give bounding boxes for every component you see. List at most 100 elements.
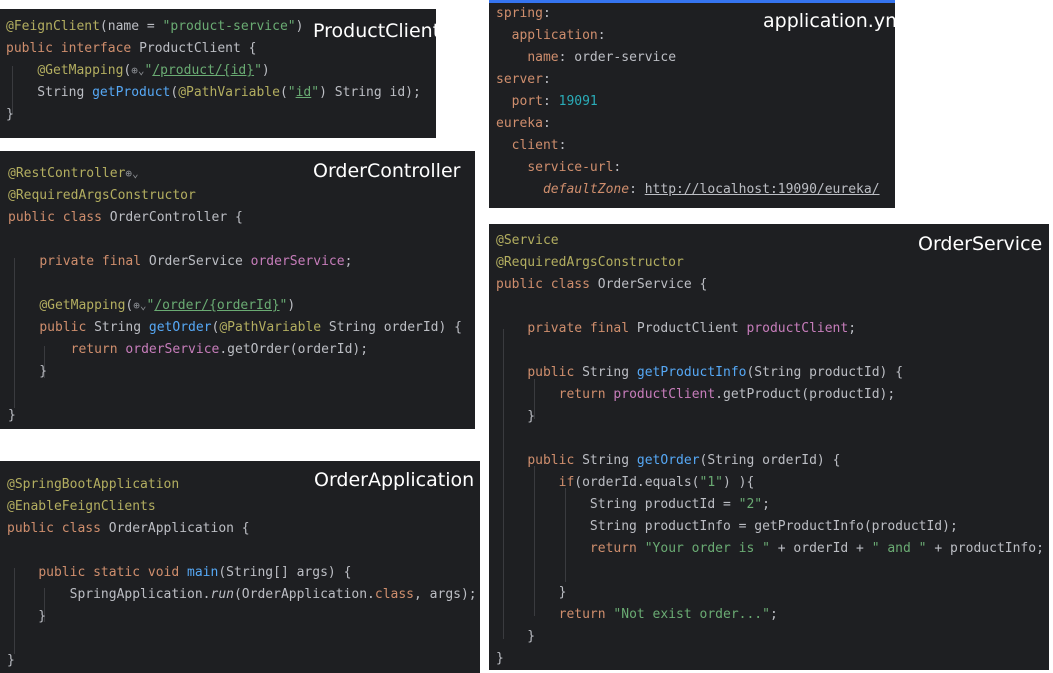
code-token: (name = xyxy=(99,19,163,34)
code-token: public xyxy=(527,453,583,468)
code-token: ) ){ xyxy=(723,475,755,490)
code-token: ) xyxy=(295,19,304,34)
code-token: @SpringBootApplication xyxy=(7,477,180,492)
code-line: String productId = "2"; xyxy=(496,497,770,513)
code-line: @SpringBootApplication xyxy=(7,477,179,493)
code-token: ) String id); xyxy=(319,85,421,100)
code-token: String productInfo = getProductInfo(prod… xyxy=(496,519,958,534)
code-token: server xyxy=(496,72,543,87)
code-token: /order/{orderId} xyxy=(154,298,280,313)
code-line: private final OrderService orderService; xyxy=(8,254,352,270)
code-token: @FeignClient xyxy=(6,19,100,34)
code-token: @GetMapping xyxy=(37,63,124,78)
code-token: @Service xyxy=(496,233,559,248)
code-token: String productId = xyxy=(496,497,739,512)
code-token: getOrder xyxy=(636,453,700,468)
code-token: (String[] args) { xyxy=(218,565,352,580)
code-token: " xyxy=(287,85,296,100)
code-token: : xyxy=(629,182,645,197)
code-token: (orderId.equals( xyxy=(574,475,700,490)
code-token: return xyxy=(558,387,614,402)
order-service-panel: OrderService @Service @RequiredArgsConstr… xyxy=(489,224,1049,670)
code-line: @Service xyxy=(496,233,559,249)
code-token: public interface xyxy=(6,41,140,56)
code-line: @GetMapping(⊕⌄"/order/{orderId}") xyxy=(8,298,295,314)
code-line: port: 19091 xyxy=(496,94,598,110)
code-line: return "Your order is " + orderId + " an… xyxy=(496,541,1044,557)
code-line: if(orderId.equals("1") ){ xyxy=(496,475,755,491)
code-token: "Your order is " xyxy=(644,541,770,556)
code-token: client xyxy=(511,138,559,153)
code-line: public String getOrder(String orderId) { xyxy=(496,453,840,469)
code-line: return productClient.getProduct(productI… xyxy=(496,387,896,403)
code-line: @RequiredArgsConstructor xyxy=(8,188,196,204)
code-token: public xyxy=(39,320,95,335)
code-token: ) xyxy=(261,63,270,78)
code-token: productClient xyxy=(613,387,716,402)
code-token: } xyxy=(8,408,16,423)
code-line: public interface ProductClient { xyxy=(6,41,256,57)
code-line: client: xyxy=(496,138,567,154)
code-line: } xyxy=(6,107,14,123)
code-token: ProductClient xyxy=(636,321,747,336)
code-line: public class OrderApplication { xyxy=(7,521,250,537)
code-line: } xyxy=(496,629,535,645)
code-token: : xyxy=(597,28,606,43)
code-line: SpringApplication.run(OrderApplication.c… xyxy=(7,587,477,603)
code-token: "product-service" xyxy=(162,19,296,34)
panel-title: OrderApplication xyxy=(314,469,475,491)
product-client-panel: ProductClient @FeignClient(name = "produ… xyxy=(0,9,436,138)
code-token: service-url xyxy=(527,160,614,175)
globe-icon: ⊕⌄ xyxy=(131,64,145,77)
panel-title: OrderController xyxy=(313,160,461,182)
order-controller-panel: OrderController @RestController⊕⌄ @Requir… xyxy=(0,151,475,429)
code-token: getProductInfo xyxy=(636,365,747,380)
code-token: } xyxy=(6,107,14,122)
code-line: String productInfo = getProductInfo(prod… xyxy=(496,519,958,535)
code-line: public class OrderService { xyxy=(496,277,707,293)
code-token: run xyxy=(210,587,234,602)
code-token: "2" xyxy=(738,497,763,512)
panel-title: OrderService xyxy=(918,233,1043,255)
code-token: productClient xyxy=(746,321,849,336)
code-token: + productInfo; xyxy=(926,541,1044,556)
code-token: if xyxy=(558,475,575,490)
code-line: @EnableFeignClients xyxy=(7,499,156,515)
code-token: private final xyxy=(39,254,149,269)
code-line: service-url: xyxy=(496,160,621,176)
panel-title: ProductClient xyxy=(313,20,436,42)
code-line: @GetMapping(⊕⌄"/product/{id}") xyxy=(6,63,270,79)
code-token: ; xyxy=(769,607,778,622)
code-token: String xyxy=(582,453,637,468)
code-line: @FeignClient(name = "product-service") xyxy=(6,19,303,35)
code-token: http://localhost:19090/eureka/ xyxy=(644,182,880,197)
code-line: name: order-service xyxy=(496,50,676,66)
panel-title: application.yml xyxy=(763,10,895,32)
code-token: } xyxy=(8,364,48,379)
code-token: return xyxy=(589,541,645,556)
code-line: } xyxy=(7,653,15,669)
code-token: public class xyxy=(7,521,109,536)
code-line: public static void main(String[] args) { xyxy=(7,565,351,581)
code-token: eureka xyxy=(496,116,543,131)
code-token: "Not exist order..." xyxy=(613,607,770,622)
code-line: application: xyxy=(496,28,606,44)
code-token: main xyxy=(187,565,219,580)
code-token: + orderId + xyxy=(769,541,872,556)
code-token: String xyxy=(582,365,637,380)
code-token: OrderService { xyxy=(597,277,708,292)
code-token: getProduct xyxy=(92,85,171,100)
code-line: } xyxy=(496,585,567,601)
code-line: spring: xyxy=(496,6,551,22)
